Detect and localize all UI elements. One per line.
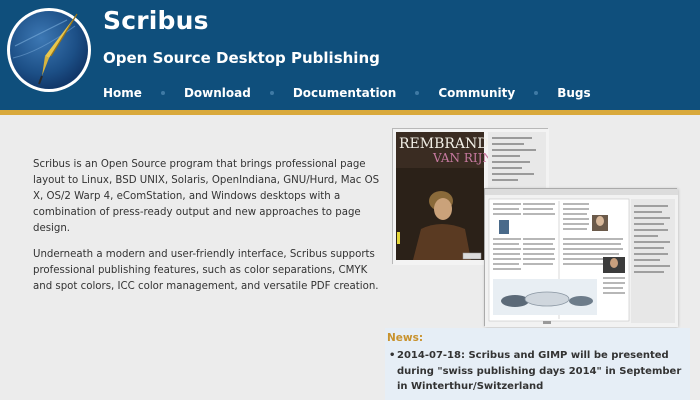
layout-preview xyxy=(485,189,678,327)
news-box: News: • 2014-07-18: Scribus and GIMP wil… xyxy=(385,328,690,400)
main-nav: Home Download Documentation Community Bu… xyxy=(103,84,591,102)
cover-subtitle: VAN RIJN xyxy=(432,151,493,165)
bullet-icon: • xyxy=(389,350,396,361)
news-item[interactable]: • 2014-07-18: Scribus and GIMP will be p… xyxy=(389,348,687,395)
intro-text: Scribus is an Open Source program that b… xyxy=(33,157,388,305)
screenshot-layout-window[interactable] xyxy=(484,188,678,327)
header-divider xyxy=(0,110,700,115)
intro-paragraph: Underneath a modern and user-friendly in… xyxy=(33,249,379,292)
news-item-text: 2014-07-18: Scribus and GIMP will be pre… xyxy=(397,350,682,392)
site-tagline: Open Source Desktop Publishing xyxy=(103,49,380,67)
nav-download[interactable]: Download xyxy=(184,86,251,100)
nav-home[interactable]: Home xyxy=(103,86,142,100)
nav-bugs[interactable]: Bugs xyxy=(557,86,590,100)
nav-separator xyxy=(160,91,165,95)
news-heading: News: xyxy=(387,332,424,344)
quill-pen-icon[interactable] xyxy=(5,6,93,94)
nav-community[interactable]: Community xyxy=(438,86,515,100)
site-header: Scribus Open Source Desktop Publishing H… xyxy=(0,0,700,110)
nav-separator xyxy=(415,91,420,95)
nav-documentation[interactable]: Documentation xyxy=(293,86,397,100)
site-title[interactable]: Scribus xyxy=(103,6,209,35)
nav-separator xyxy=(269,91,274,95)
cover-title: REMBRANDT xyxy=(399,136,499,152)
nav-separator xyxy=(534,91,539,95)
intro-paragraph: Scribus is an Open Source program that b… xyxy=(33,159,380,234)
